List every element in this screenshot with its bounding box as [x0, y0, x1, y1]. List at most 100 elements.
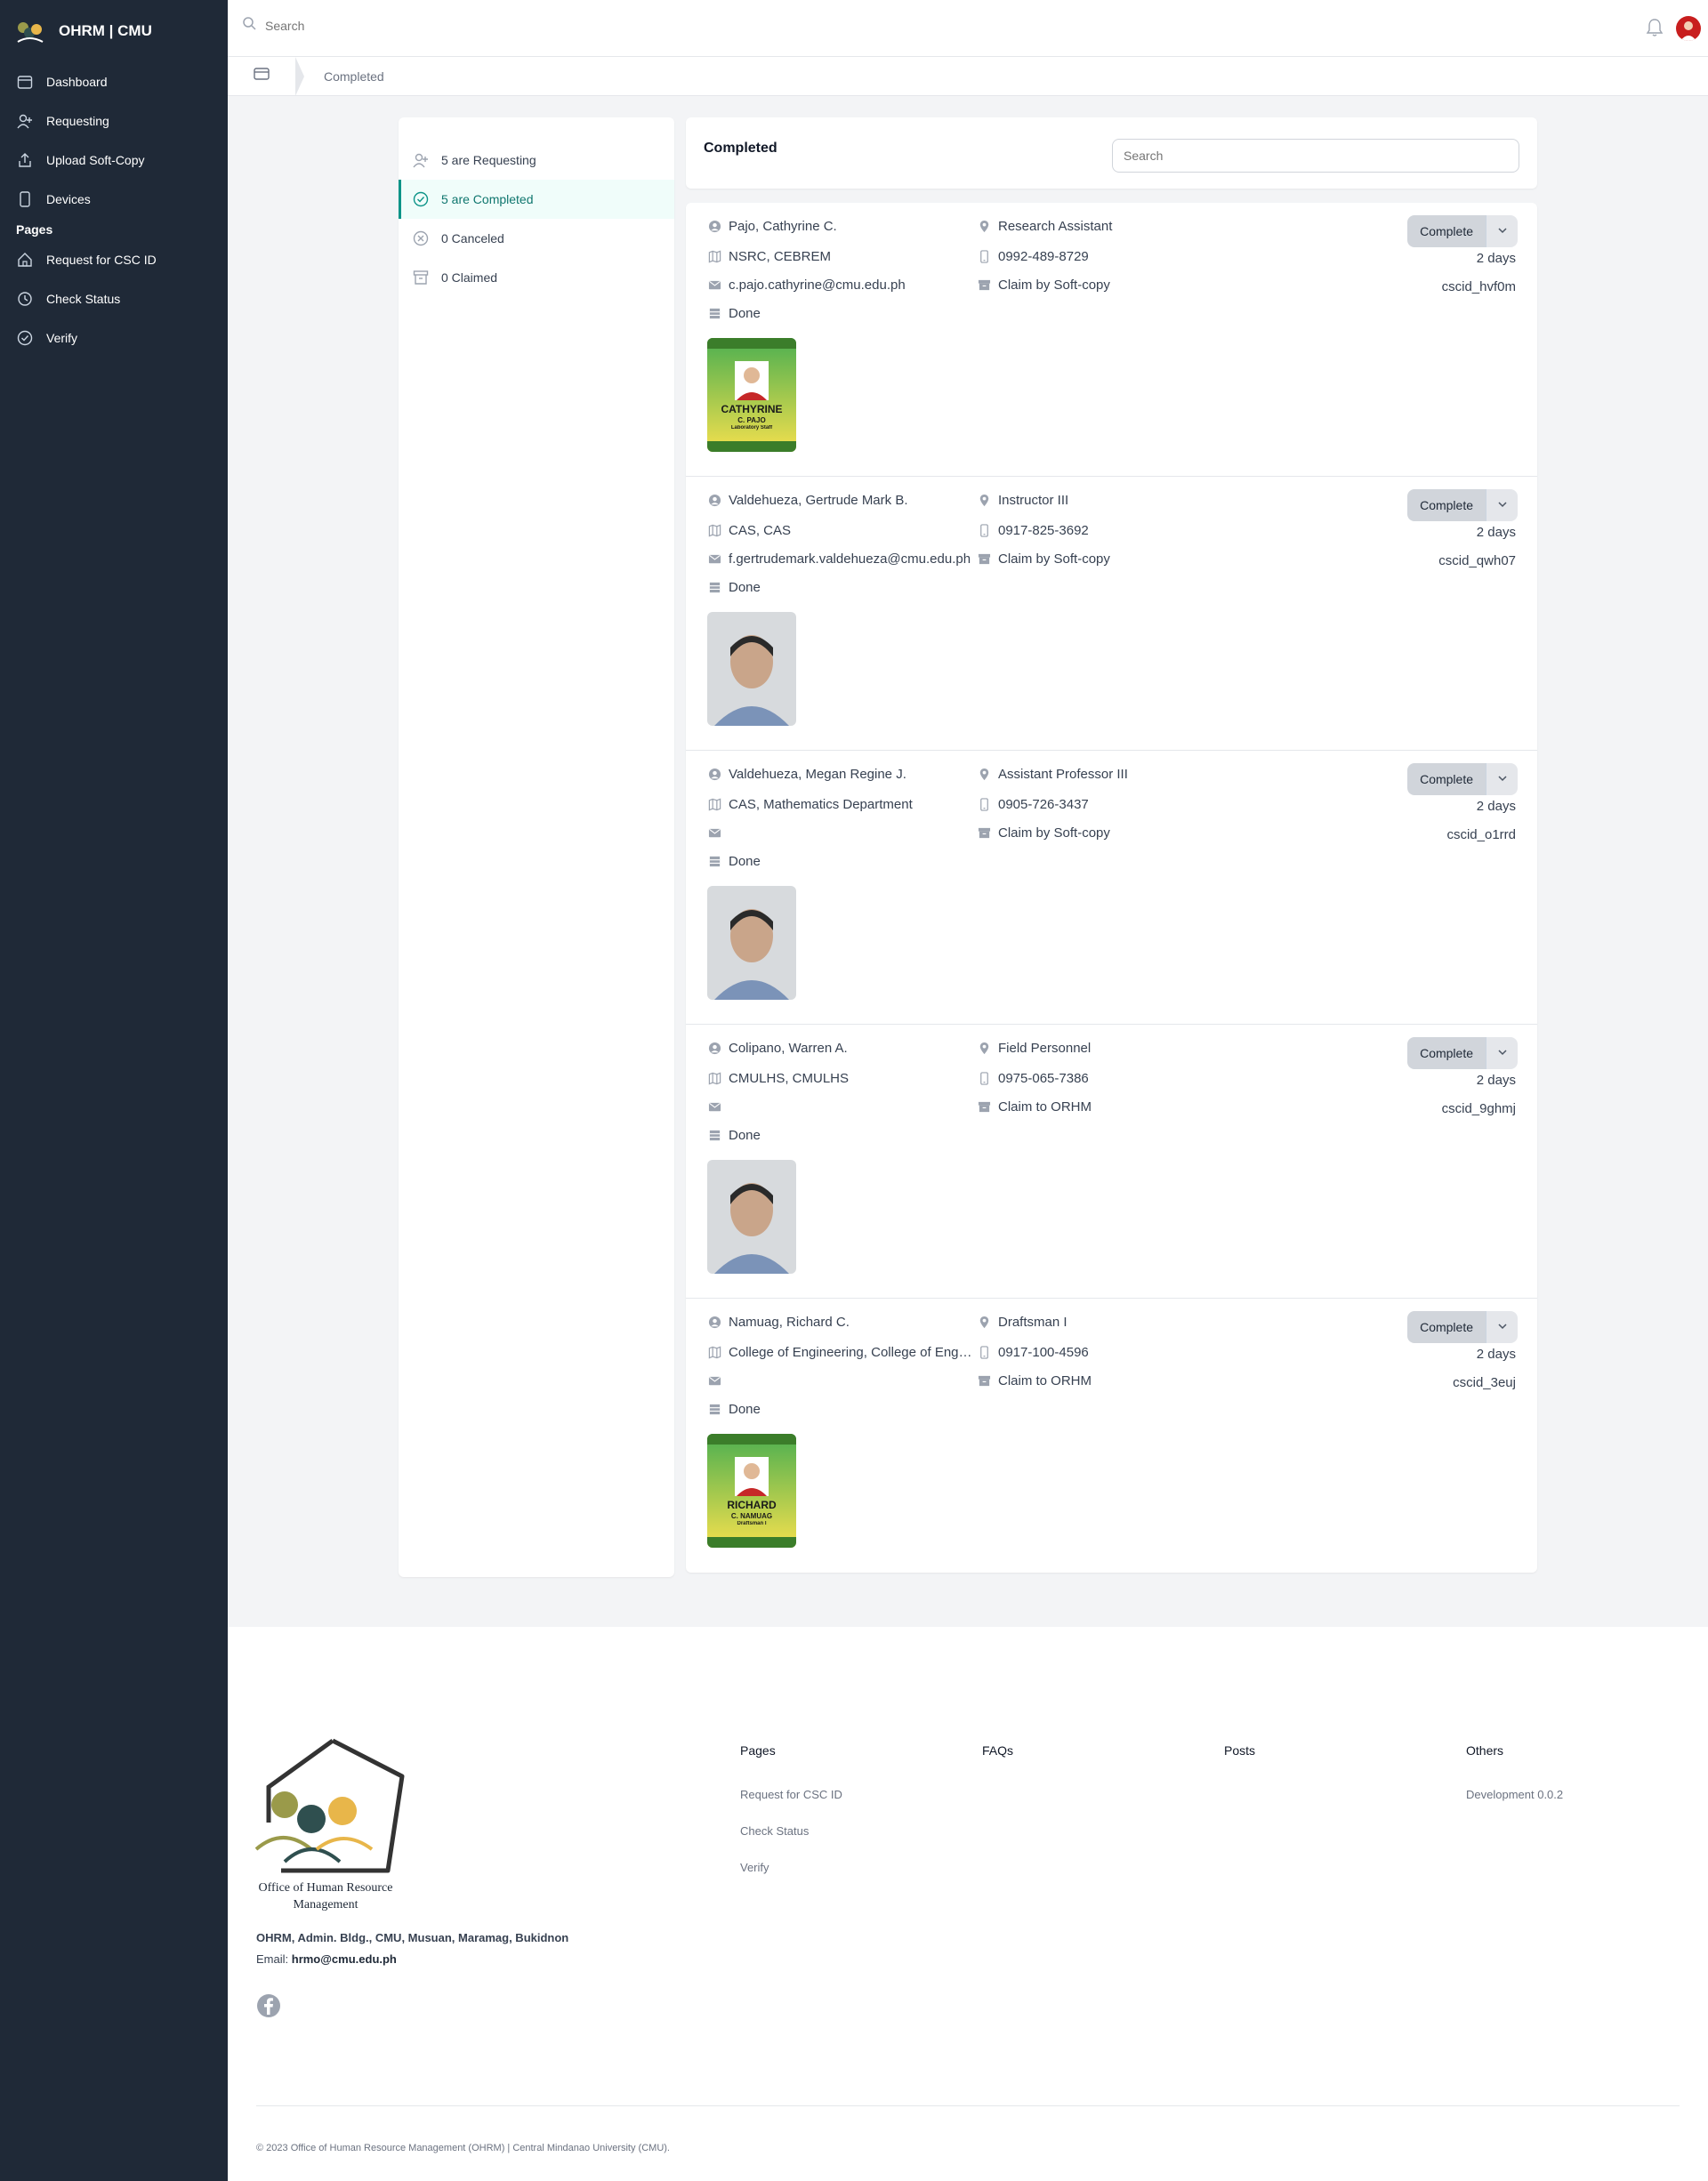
facebook-icon[interactable] [256, 1993, 281, 2018]
list-search-input[interactable] [1112, 139, 1519, 173]
box-icon [977, 1374, 991, 1388]
box-icon [977, 826, 991, 841]
filter-completed[interactable]: 5 are Completed [399, 180, 674, 219]
record-claim-method-text: Claim by Soft-copy [998, 551, 1110, 567]
footer-email: Email: hrmo@cmu.edu.ph [256, 1952, 397, 1966]
record-cscid: cscid_3euj [1453, 1375, 1516, 1390]
list-header: Completed [686, 117, 1537, 189]
user-plus-icon [411, 150, 431, 170]
record-position-text: Field Personnel [998, 1041, 1092, 1056]
portrait-photo[interactable] [707, 612, 796, 726]
sidebar-item-label: Devices [46, 192, 91, 206]
record-email: f.gertrudemark.valdehueza@cmu.edu.ph [707, 551, 971, 567]
footer-column-title: Posts [1224, 1743, 1256, 1758]
id-card-image[interactable]: RICHARD C. NAMUAG Draftsman I [707, 1434, 796, 1548]
chevron-down-icon [1497, 225, 1508, 238]
record-office-text: College of Engineering, College of Engin… [729, 1345, 973, 1360]
filter-canceled[interactable]: 0 Canceled [399, 219, 674, 258]
filter-claimed[interactable]: 0 Claimed [399, 258, 674, 297]
record-name: Valdehueza, Megan Regine J. [707, 767, 906, 782]
complete-button[interactable]: Complete [1407, 215, 1486, 247]
record-age: 2 days [1476, 1073, 1516, 1088]
x-circle-icon [411, 229, 431, 248]
complete-dropdown-button[interactable] [1486, 489, 1518, 521]
complete-button[interactable]: Complete [1407, 1037, 1486, 1069]
record-name: Pajo, Cathyrine C. [707, 219, 837, 234]
records-list: Pajo, Cathyrine C. NSRC, CEBREM c.pajo.cat… [686, 203, 1537, 1573]
record-status: Done [707, 854, 761, 869]
footer-column-posts: Posts [1224, 1743, 1255, 1788]
complete-button-group: Complete [1407, 763, 1518, 795]
record-status-text: Done [729, 1128, 761, 1143]
record-phone: 0917-100-4596 [977, 1345, 1089, 1360]
record-office: CAS, CAS [707, 523, 791, 538]
user-avatar[interactable] [1676, 16, 1701, 41]
map-icon [707, 798, 721, 812]
sidebar-item-check-status[interactable]: Check Status [0, 279, 228, 318]
record-claim-method-text: Claim by Soft-copy [998, 825, 1110, 841]
location-pin-icon [977, 1042, 991, 1056]
record-status: Done [707, 580, 761, 595]
complete-dropdown-button[interactable] [1486, 1311, 1518, 1343]
sidebar-item-requesting[interactable]: Requesting [0, 101, 228, 141]
complete-button[interactable]: Complete [1407, 763, 1486, 795]
sidebar-item-label: Upload Soft-Copy [46, 153, 145, 167]
complete-dropdown-button[interactable] [1486, 763, 1518, 795]
record-office-text: CAS, CAS [729, 523, 792, 538]
complete-button-group: Complete [1407, 489, 1518, 521]
pages-section-label: Pages [16, 222, 53, 237]
complete-dropdown-button[interactable] [1486, 215, 1518, 247]
record-position: Draftsman I [977, 1315, 1068, 1330]
portrait-photo[interactable] [707, 1160, 796, 1274]
id-card-card_sub: C. NAMUAG [730, 1512, 773, 1520]
sidebar: OHRM | CMU Dashboard Requesting Upload Sof… [0, 0, 228, 2181]
complete-dropdown-button[interactable] [1486, 1037, 1518, 1069]
footer-email-label: Email: [256, 1952, 289, 1966]
top-search [242, 16, 799, 35]
record-age: 2 days [1476, 525, 1516, 540]
filter-label: 5 are Requesting [441, 153, 536, 167]
portrait-photo[interactable] [707, 886, 796, 1000]
complete-button[interactable]: Complete [1407, 1311, 1486, 1343]
bell-icon[interactable] [1646, 18, 1664, 42]
record-cscid: cscid_hvf0m [1441, 279, 1516, 294]
footer-link[interactable]: Development 0.0.2 [1466, 1788, 1563, 1824]
check-circle-icon [411, 189, 431, 209]
breadcrumb-home[interactable] [228, 56, 304, 96]
footer-link[interactable]: Request for CSC ID [740, 1788, 842, 1824]
box-icon [977, 278, 991, 293]
footer-email-link[interactable]: hrmo@cmu.edu.ph [292, 1952, 397, 1966]
record-claim-method-text: Claim by Soft-copy [998, 278, 1110, 293]
sidebar-item-label: Requesting [46, 114, 109, 128]
complete-button[interactable]: Complete [1407, 489, 1486, 521]
record-claim-method: Claim by Soft-copy [977, 278, 1110, 293]
record-name-text: Namuag, Richard C. [729, 1315, 850, 1330]
mail-icon [707, 278, 721, 293]
record-name: Colipano, Warren A. [707, 1041, 848, 1056]
sidebar-item-upload-soft-copy[interactable]: Upload Soft-Copy [0, 141, 228, 180]
top-search-input[interactable] [265, 18, 799, 33]
chevron-down-icon [1497, 499, 1508, 512]
person-icon [707, 768, 721, 782]
sidebar-item-request-csc-id[interactable]: Request for CSC ID [0, 240, 228, 279]
footer-link[interactable]: Verify [740, 1861, 842, 1897]
record-cscid: cscid_qwh07 [1438, 553, 1516, 568]
clock-icon [16, 290, 34, 308]
record-position-text: Research Assistant [998, 219, 1113, 234]
filter-requesting[interactable]: 5 are Requesting [399, 141, 674, 180]
id-card-image[interactable]: CATHYRINE C. PAJO Laboratory Staff [707, 338, 796, 452]
list-icon [707, 581, 721, 595]
filter-label: 0 Canceled [441, 231, 504, 245]
sidebar-item-dashboard[interactable]: Dashboard [0, 62, 228, 101]
footer-link[interactable]: Check Status [740, 1824, 842, 1861]
check-circle-icon [16, 329, 34, 347]
location-pin-icon [977, 220, 991, 234]
sidebar-item-label: Check Status [46, 292, 121, 306]
brand[interactable]: OHRM | CMU [0, 0, 228, 62]
phone-icon [977, 798, 991, 812]
topbar [228, 0, 1708, 57]
sidebar-item-verify[interactable]: Verify [0, 318, 228, 358]
id-card-card_name: CATHYRINE [721, 403, 783, 415]
footer-column-others: Others Development 0.0.2 [1466, 1743, 1563, 1824]
sidebar-item-devices[interactable]: Devices [0, 180, 228, 219]
